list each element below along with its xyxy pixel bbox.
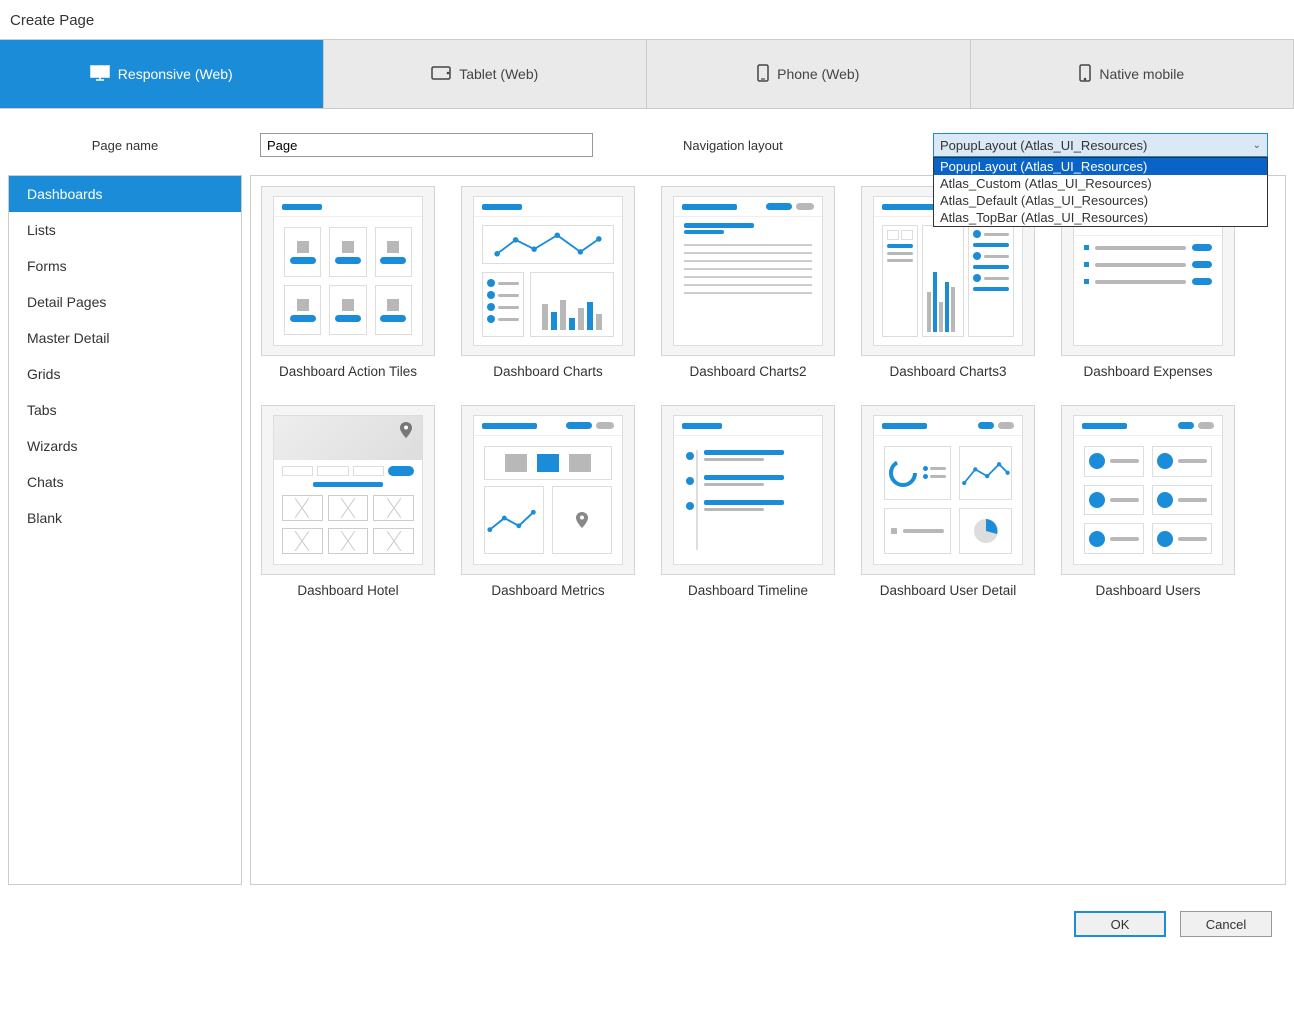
tab-label: Phone (Web) [777, 66, 859, 82]
sidebar-item-master-detail[interactable]: Master Detail [9, 320, 241, 356]
mobile-icon [1079, 64, 1091, 85]
template-label: Dashboard Users [1095, 583, 1200, 598]
template-thumbnail [861, 405, 1035, 575]
template-label: Dashboard Metrics [491, 583, 604, 598]
template-dashboard-users[interactable]: Dashboard Users [1061, 405, 1235, 598]
template-label: Dashboard Timeline [688, 583, 808, 598]
sidebar-item-lists[interactable]: Lists [9, 212, 241, 248]
sidebar-item-chats[interactable]: Chats [9, 464, 241, 500]
template-label: Dashboard Charts [493, 364, 603, 379]
template-thumbnail [261, 405, 435, 575]
page-name-label: Page name [10, 138, 240, 153]
template-label: Dashboard Charts2 [689, 364, 806, 379]
template-label: Dashboard Hotel [297, 583, 398, 598]
tab-native-mobile[interactable]: Native mobile [971, 40, 1294, 108]
tab-label: Tablet (Web) [459, 66, 538, 82]
nav-layout-option[interactable]: Atlas_Default (Atlas_UI_Resources) [934, 192, 1267, 209]
tab-responsive-web[interactable]: Responsive (Web) [0, 40, 324, 108]
template-thumbnail [1061, 405, 1235, 575]
template-label: Dashboard Expenses [1083, 364, 1212, 379]
template-thumbnail [461, 405, 635, 575]
template-label: Dashboard User Detail [880, 583, 1017, 598]
sidebar-item-blank[interactable]: Blank [9, 500, 241, 536]
nav-layout-selected: PopupLayout (Atlas_UI_Resources) [940, 138, 1147, 153]
template-dashboard-hotel[interactable]: Dashboard Hotel [261, 405, 435, 598]
template-thumbnail [261, 186, 435, 356]
template-thumbnail [461, 186, 635, 356]
template-dashboard-action-tiles[interactable]: Dashboard Action Tiles [261, 186, 435, 379]
chevron-down-icon: ⌄ [1253, 140, 1261, 151]
page-name-input[interactable] [260, 133, 593, 157]
form-row: Page name Navigation layout PopupLayout … [0, 109, 1294, 175]
nav-layout-label: Navigation layout [683, 138, 783, 153]
template-dashboard-charts[interactable]: Dashboard Charts [461, 186, 635, 379]
sidebar-item-wizards[interactable]: Wizards [9, 428, 241, 464]
template-thumbnail [661, 405, 835, 575]
tablet-icon [431, 66, 451, 83]
template-gallery: Dashboard Action Tiles [250, 175, 1286, 885]
nav-layout-option[interactable]: Atlas_Custom (Atlas_UI_Resources) [934, 175, 1267, 192]
dialog-footer: OK Cancel [0, 885, 1294, 937]
tab-label: Responsive (Web) [118, 66, 233, 82]
nav-layout-option[interactable]: PopupLayout (Atlas_UI_Resources) [934, 158, 1267, 175]
dialog-title: Create Page [0, 0, 1294, 39]
category-sidebar: Dashboards Lists Forms Detail Pages Mast… [8, 175, 242, 885]
cancel-button[interactable]: Cancel [1180, 911, 1272, 937]
template-label: Dashboard Action Tiles [279, 364, 417, 379]
sidebar-item-dashboards[interactable]: Dashboards [9, 176, 241, 212]
nav-layout-dropdown: PopupLayout (Atlas_UI_Resources) Atlas_C… [933, 157, 1268, 227]
phone-icon [757, 64, 769, 85]
monitor-icon [90, 65, 110, 84]
tab-tablet-web[interactable]: Tablet (Web) [324, 40, 648, 108]
ok-button[interactable]: OK [1074, 911, 1166, 937]
sidebar-item-detail-pages[interactable]: Detail Pages [9, 284, 241, 320]
nav-layout-combobox[interactable]: PopupLayout (Atlas_UI_Resources) ⌄ [933, 133, 1268, 157]
sidebar-item-grids[interactable]: Grids [9, 356, 241, 392]
nav-layout-option[interactable]: Atlas_TopBar (Atlas_UI_Resources) [934, 209, 1267, 226]
tab-phone-web[interactable]: Phone (Web) [647, 40, 971, 108]
sidebar-item-tabs[interactable]: Tabs [9, 392, 241, 428]
tab-label: Native mobile [1099, 66, 1184, 82]
template-dashboard-charts2[interactable]: Dashboard Charts2 [661, 186, 835, 379]
template-label: Dashboard Charts3 [889, 364, 1006, 379]
sidebar-item-forms[interactable]: Forms [9, 248, 241, 284]
template-dashboard-metrics[interactable]: Dashboard Metrics [461, 405, 635, 598]
template-thumbnail [661, 186, 835, 356]
template-dashboard-user-detail[interactable]: Dashboard User Detail [861, 405, 1035, 598]
template-dashboard-timeline[interactable]: Dashboard Timeline [661, 405, 835, 598]
platform-tabs: Responsive (Web) Tablet (Web) Phone (Web… [0, 39, 1294, 109]
